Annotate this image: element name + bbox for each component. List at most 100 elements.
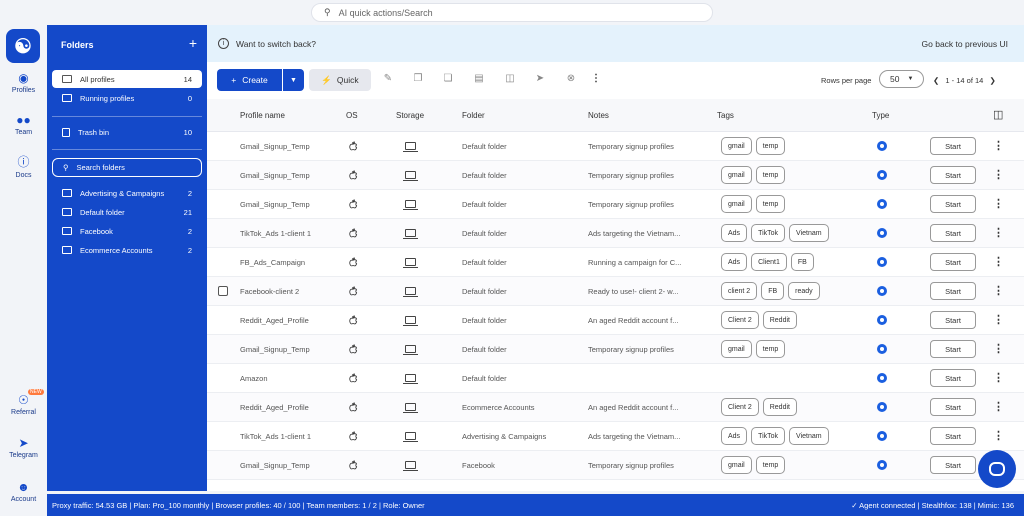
folder-advertising-campaigns[interactable]: Advertising & Campaigns 2 (52, 184, 202, 202)
start-button[interactable]: Start (930, 311, 976, 329)
tag-chip[interactable]: temp (755, 456, 786, 474)
tag-chip[interactable]: FB (761, 282, 785, 300)
delete-icon[interactable]: ◫ (504, 73, 516, 85)
table-row[interactable]: Reddit_Aged_Profile Default folder An aged… (207, 306, 1024, 335)
rail-item-team[interactable]: ●● Team (0, 113, 47, 136)
tag-chip[interactable]: gmail (721, 340, 752, 358)
start-button[interactable]: Start (930, 166, 976, 184)
start-button[interactable]: Start (930, 253, 976, 271)
profile-name[interactable]: Gmail_Signup_Temp (240, 345, 310, 354)
add-folder-button[interactable]: + (189, 35, 197, 51)
header-profile-name[interactable]: Profile name (240, 111, 285, 120)
create-button[interactable]: + Create (217, 69, 282, 91)
row-more-icon[interactable]: ⋮ (993, 197, 1004, 210)
row-checkbox[interactable] (218, 286, 228, 296)
tag-chip[interactable]: Client1 (751, 253, 787, 271)
tag-chip[interactable]: Vietnam (789, 224, 829, 242)
profile-name[interactable]: Amazon (240, 374, 268, 383)
table-row[interactable]: Amazon Default folder Start ⋮ (207, 364, 1024, 393)
tag-chip[interactable]: Vietnam (789, 427, 829, 445)
ai-search-input[interactable]: ⚲ AI quick actions/Search (311, 3, 713, 22)
start-button[interactable]: Start (930, 137, 976, 155)
row-more-icon[interactable]: ⋮ (993, 255, 1004, 268)
row-more-icon[interactable]: ⋮ (993, 226, 1004, 239)
create-dropdown-button[interactable]: ▼ (283, 69, 304, 91)
tag-chip[interactable]: gmail (721, 137, 752, 155)
header-notes[interactable]: Notes (588, 111, 609, 120)
launch-icon[interactable]: ➤ (534, 73, 546, 85)
tag-chip[interactable]: temp (755, 340, 786, 358)
tag-chip[interactable]: Ads (721, 427, 748, 445)
profile-name[interactable]: Reddit_Aged_Profile (240, 403, 309, 412)
tag-chip[interactable]: Reddit (762, 311, 797, 329)
folder-ecommerce-accounts[interactable]: Ecommerce Accounts 2 (52, 241, 202, 259)
tag-chip[interactable]: gmail (721, 166, 752, 184)
row-more-icon[interactable]: ⋮ (993, 429, 1004, 442)
tag-chip[interactable]: Reddit (762, 398, 797, 416)
row-more-icon[interactable]: ⋮ (993, 400, 1004, 413)
app-logo[interactable]: ☯ (6, 29, 40, 63)
table-row[interactable]: TikTok_Ads 1-client 1 Default folder Ads t… (207, 219, 1024, 248)
rail-item-referral[interactable]: NEW ☉ Referral (0, 389, 47, 416)
profile-name[interactable]: TikTok_Ads 1-client 1 (240, 229, 311, 238)
table-row[interactable]: FB_Ads_Campaign Default folder Running a c… (207, 248, 1024, 277)
folder-all-profiles[interactable]: All profiles 14 (52, 70, 202, 88)
tag-chip[interactable]: TikTok (751, 224, 786, 242)
table-row[interactable]: TikTok_Ads 1-client 1 Advertising & Campa… (207, 422, 1024, 451)
folder-facebook[interactable]: Facebook 2 (52, 222, 202, 240)
start-button[interactable]: Start (930, 427, 976, 445)
folder-trash-bin[interactable]: Trash bin 10 (52, 123, 202, 141)
tag-chip[interactable]: temp (755, 166, 786, 184)
start-button[interactable]: Start (930, 398, 976, 416)
tag-chip[interactable]: temp (755, 195, 786, 213)
table-row[interactable]: Gmail_Signup_Temp Default folder Temporary… (207, 335, 1024, 364)
header-type[interactable]: Type (872, 111, 889, 120)
more-icon[interactable]: ⋮ (590, 73, 602, 85)
row-more-icon[interactable]: ⋮ (993, 371, 1004, 384)
table-row[interactable]: Gmail_Signup_Temp Default folder Temporary… (207, 190, 1024, 219)
start-button[interactable]: Start (930, 340, 976, 358)
table-row[interactable]: Gmail_Signup_Temp Facebook Temporary signu… (207, 451, 1024, 480)
columns-icon[interactable]: ◫ (993, 108, 1003, 121)
profile-name[interactable]: Gmail_Signup_Temp (240, 200, 310, 209)
row-more-icon[interactable]: ⋮ (993, 284, 1004, 297)
row-more-icon[interactable]: ⋮ (993, 168, 1004, 181)
profile-name[interactable]: Reddit_Aged_Profile (240, 316, 309, 325)
tag-chip[interactable]: TikTok (751, 427, 786, 445)
tag-chip[interactable]: FB (790, 253, 814, 271)
move-folder-icon[interactable]: ▤ (473, 73, 485, 85)
start-button[interactable]: Start (930, 369, 976, 387)
rows-per-page-select[interactable]: 50 ▼ (879, 70, 924, 88)
profile-name[interactable]: Facebook-client 2 (240, 287, 299, 296)
tag-chip[interactable]: Ads (721, 224, 748, 242)
tag-chip[interactable]: ready (788, 282, 820, 300)
start-button[interactable]: Start (930, 195, 976, 213)
profile-name[interactable]: TikTok_Ads 1-client 1 (240, 432, 311, 441)
folder-running-profiles[interactable]: Running profiles 0 (52, 89, 202, 107)
rail-item-account[interactable]: ☻ Account (0, 480, 47, 503)
chat-support-button[interactable] (978, 450, 1016, 488)
start-button[interactable]: Start (930, 456, 976, 474)
table-row[interactable]: Reddit_Aged_Profile Ecommerce Accounts An … (207, 393, 1024, 422)
next-page-icon[interactable]: ❯ (989, 76, 995, 85)
rail-item-telegram[interactable]: ➤ Telegram (0, 436, 47, 459)
tag-chip[interactable]: temp (755, 137, 786, 155)
row-more-icon[interactable]: ⋮ (993, 313, 1004, 326)
prev-page-icon[interactable]: ❮ (933, 76, 939, 85)
folder-default-folder[interactable]: Default folder 21 (52, 203, 202, 221)
header-os[interactable]: OS (346, 111, 358, 120)
tag-chip[interactable]: Client 2 (721, 398, 759, 416)
profile-name[interactable]: FB_Ads_Campaign (240, 258, 305, 267)
profile-name[interactable]: Gmail_Signup_Temp (240, 171, 310, 180)
start-button[interactable]: Start (930, 282, 976, 300)
table-row[interactable]: Gmail_Signup_Temp Default folder Temporary… (207, 161, 1024, 190)
tag-chip[interactable]: Ads (721, 253, 748, 271)
table-row[interactable]: Facebook-client 2 Default folder Ready to … (207, 277, 1024, 306)
header-tags[interactable]: Tags (717, 111, 734, 120)
clone-icon[interactable]: ❏ (442, 73, 454, 85)
stop-icon[interactable]: ⊗ (565, 73, 577, 85)
tag-chip[interactable]: gmail (721, 456, 752, 474)
profile-name[interactable]: Gmail_Signup_Temp (240, 142, 310, 151)
rail-item-profiles[interactable]: ◉ Profiles (0, 71, 47, 94)
row-more-icon[interactable]: ⋮ (993, 139, 1004, 152)
